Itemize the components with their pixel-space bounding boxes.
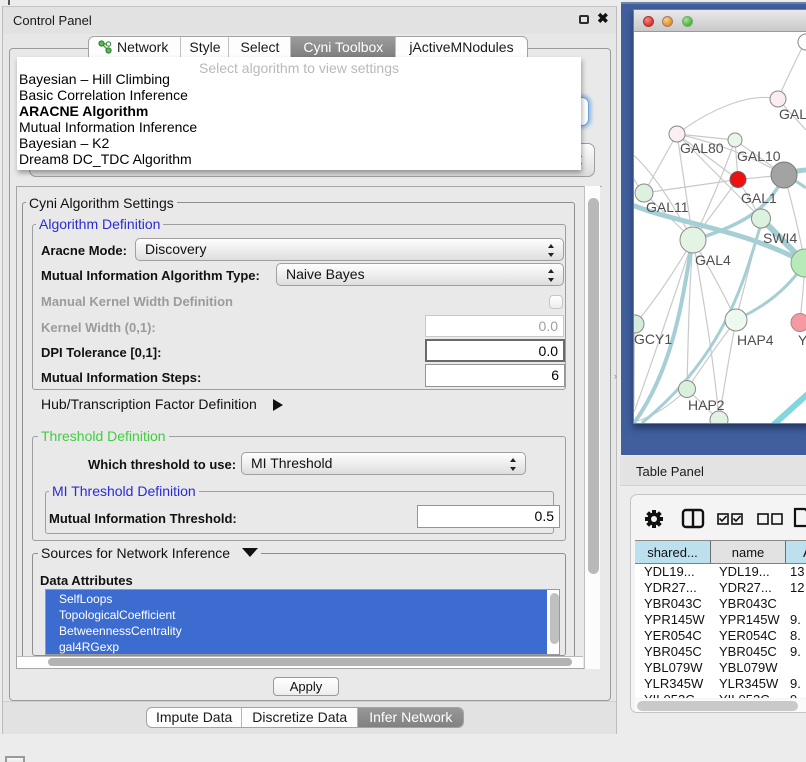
- svg-text:GAL1: GAL1: [741, 190, 777, 206]
- svg-text:GCY1: GCY1: [634, 331, 672, 347]
- svg-text:HAP4: HAP4: [737, 332, 774, 348]
- svg-text:GAL7: GAL7: [779, 106, 806, 122]
- svg-text:GAL11: GAL11: [646, 199, 689, 215]
- svg-text:Y: Y: [798, 332, 806, 348]
- svg-text:GAL80: GAL80: [680, 140, 724, 156]
- svg-text:GAL4: GAL4: [695, 252, 731, 268]
- svg-text:GAL10: GAL10: [737, 148, 781, 164]
- svg-text:HAP2: HAP2: [688, 397, 725, 413]
- svg-text:SWI4: SWI4: [763, 230, 797, 246]
